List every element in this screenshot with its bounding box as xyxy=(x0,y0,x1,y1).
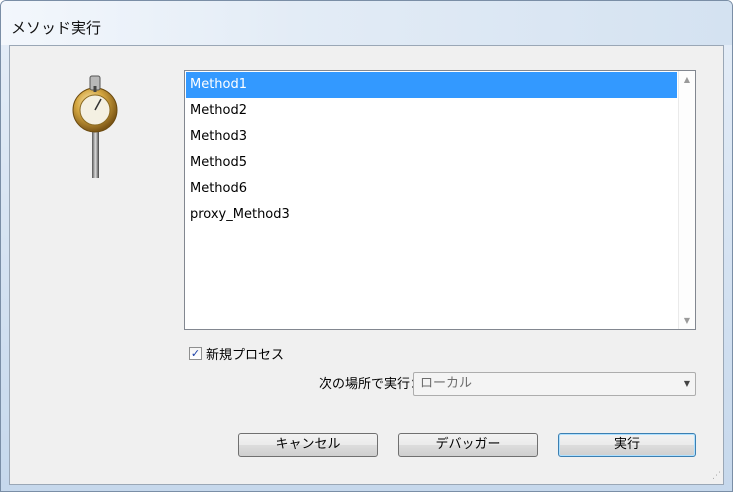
new-process-checkbox[interactable]: ✓ xyxy=(189,346,202,360)
dialog-client-area: Method1 Method2 Method3 Method5 Method6 proxy… xyxy=(9,45,724,485)
list-item[interactable]: Method3 xyxy=(186,124,677,150)
method-list[interactable]: Method1 Method2 Method3 Method5 Method6 proxy… xyxy=(184,70,696,330)
cancel-button[interactable]: キャンセル xyxy=(238,433,378,457)
chevron-down-icon[interactable]: ▼ xyxy=(684,373,690,395)
method-run-dialog: メソッド実行 Method1 Method2 Method3 Method5 M… xyxy=(0,0,733,492)
run-location-value: ローカル xyxy=(420,376,473,391)
list-item[interactable]: Method6 xyxy=(186,176,677,202)
method-list-scrollbar[interactable]: ▲ ▼ xyxy=(678,71,695,329)
run-location-label: 次の場所で実行： xyxy=(319,377,424,392)
title-bar[interactable]: メソッド実行 xyxy=(1,1,732,45)
new-process-label: 新規プロセス xyxy=(206,347,285,363)
list-item[interactable]: proxy_Method3 xyxy=(186,202,677,228)
list-item[interactable]: Method2 xyxy=(186,98,677,124)
chevron-down-icon[interactable]: ▼ xyxy=(679,312,695,329)
run-location-select[interactable]: ローカル ▼ xyxy=(413,372,696,396)
method-list-items: Method1 Method2 Method3 Method5 Method6 proxy… xyxy=(186,72,677,228)
debugger-button[interactable]: デバッガー xyxy=(398,433,538,457)
check-icon: ✓ xyxy=(190,346,201,360)
list-item[interactable]: Method1 xyxy=(186,72,677,98)
gauge-lamp-icon xyxy=(72,75,118,178)
new-process-option[interactable]: ✓ 新規プロセス xyxy=(189,344,285,363)
run-button[interactable]: 実行 xyxy=(558,433,696,457)
chevron-up-icon[interactable]: ▲ xyxy=(679,71,695,88)
list-item[interactable]: Method5 xyxy=(186,150,677,176)
window-title: メソッド実行 xyxy=(11,19,102,37)
resize-grip[interactable]: ⋰ xyxy=(709,470,721,482)
